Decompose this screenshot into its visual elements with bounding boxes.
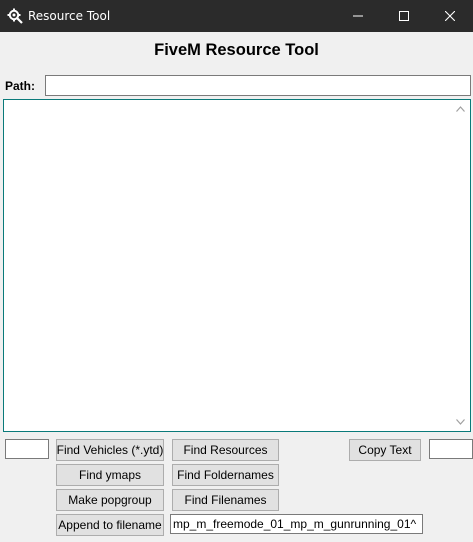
page-title: FiveM Resource Tool [154,41,319,59]
path-label: Path: [5,79,35,93]
vertical-scrollbar[interactable] [451,100,470,431]
gear-wrench-icon [7,8,23,24]
scroll-up-button[interactable] [451,100,470,118]
find-resources-button[interactable]: Find Resources [172,439,279,461]
scroll-down-button[interactable] [451,413,470,431]
append-text-input[interactable]: mp_m_freemode_01_mp_m_gunrunning_01^ [170,514,423,534]
window-title: Resource Tool [28,9,111,23]
minimize-button[interactable] [335,0,381,32]
find-ymaps-button[interactable]: Find ymaps [56,464,164,486]
minimize-icon [353,15,363,17]
find-filenames-button[interactable]: Find Filenames [172,489,279,511]
close-icon [445,11,455,21]
append-to-filename-button[interactable]: Append to filename [56,514,164,536]
chevron-down-icon [456,419,465,425]
find-vehicles-button[interactable]: Find Vehicles (*.ytd) [56,439,164,461]
path-input[interactable] [45,75,471,96]
maximize-button[interactable] [381,0,427,32]
maximize-icon [399,11,409,21]
close-button[interactable] [427,0,473,32]
chevron-up-icon [456,106,465,112]
make-popgroup-button[interactable]: Make popgroup [56,489,164,511]
output-textarea[interactable] [3,99,471,432]
result-count-field[interactable] [429,439,473,459]
title-bar[interactable]: Resource Tool [0,0,473,32]
find-foldernames-button[interactable]: Find Foldernames [172,464,279,486]
count-field[interactable] [5,439,49,459]
copy-text-button[interactable]: Copy Text [349,439,421,461]
